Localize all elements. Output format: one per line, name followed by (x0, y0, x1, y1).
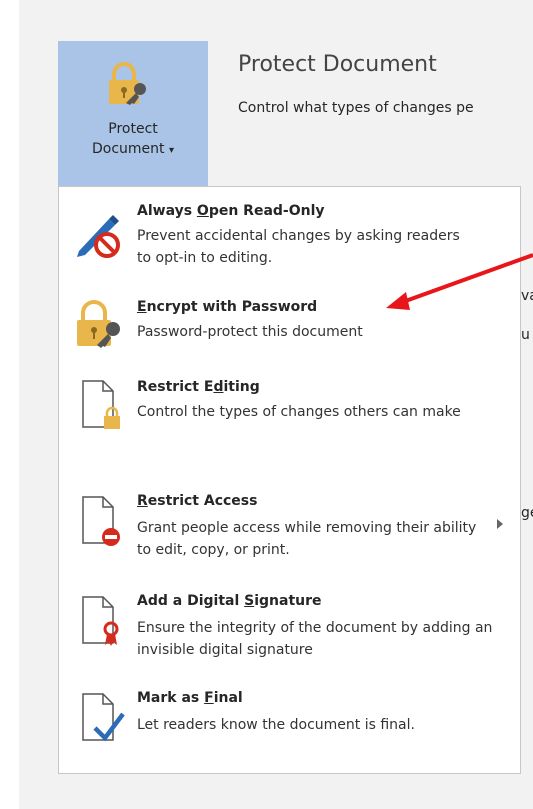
protect-document-button[interactable]: Protect Document ▾ (58, 41, 208, 186)
document-ribbon-icon (73, 595, 127, 649)
lock-key-icon (106, 59, 154, 107)
protect-document-label: Protect Document ▾ (91, 121, 174, 157)
menu-item-add-digital-signature[interactable]: Add a Digital Signature Ensure the integ… (59, 587, 520, 677)
menu-item-restrict-access[interactable]: Restrict Access Grant people access whil… (59, 485, 520, 575)
submenu-arrow-icon (497, 519, 503, 529)
chevron-down-icon: ▾ (168, 145, 174, 156)
menu-item-title: Encrypt with Password (137, 299, 318, 315)
menu-item-title: Always Open Read-Only (137, 203, 325, 219)
document-lock-icon (73, 379, 127, 433)
menu-item-title: Mark as Final (137, 690, 243, 706)
menu-item-restrict-editing[interactable]: Restrict Editing Control the types of ch… (59, 367, 520, 457)
menu-item-description: Ensure the integrity of the document by … (137, 620, 493, 658)
menu-item-description: Password-protect this document (137, 324, 363, 340)
menu-item-encrypt-with-password[interactable]: Encrypt with Password Password-protect t… (59, 297, 520, 357)
menu-item-always-open-read-only[interactable]: Always Open Read-Only Prevent accidental… (59, 199, 520, 279)
background-text-fragment: u (521, 327, 530, 343)
menu-item-title: Add a Digital Signature (137, 593, 322, 609)
document-no-entry-icon (73, 495, 127, 549)
menu-item-title: Restrict Editing (137, 379, 260, 395)
page-subtitle: Control what types of changes pe (238, 100, 474, 116)
page-title: Protect Document (238, 52, 437, 77)
menu-item-description: Grant people access while removing their… (137, 520, 477, 558)
menu-item-mark-as-final[interactable]: Mark as Final Let readers know the docum… (59, 682, 520, 772)
pen-prohibit-icon (73, 207, 127, 261)
document-checkmark-icon (73, 692, 127, 746)
menu-item-description: Control the types of changes others can … (137, 404, 461, 420)
menu-item-description: Prevent accidental changes by asking rea… (137, 228, 460, 266)
lock-key-icon (73, 297, 127, 351)
menu-item-description: Let readers know the document is final. (137, 717, 415, 733)
protect-document-menu: Always Open Read-Only Prevent accidental… (58, 186, 521, 774)
menu-item-title: Restrict Access (137, 493, 258, 509)
background-text-fragment: ge (521, 505, 533, 521)
background-text-fragment: va (521, 288, 533, 304)
